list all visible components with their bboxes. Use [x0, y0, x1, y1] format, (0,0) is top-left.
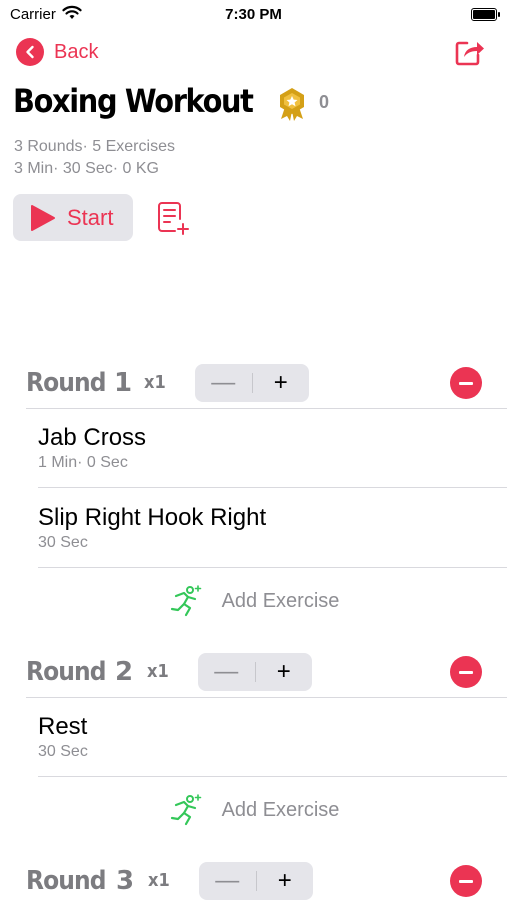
medal-icon	[280, 88, 304, 121]
exercise-name: Rest	[38, 713, 88, 740]
divider	[38, 776, 507, 777]
exercise-row[interactable]: Slip Right Hook Right 30 Sec	[38, 504, 478, 552]
exercise-row[interactable]: Jab Cross 1 Min· 0 Sec	[38, 424, 478, 472]
increment-button[interactable]: +	[256, 653, 313, 691]
round-multiplier: x1	[148, 870, 170, 891]
share-icon[interactable]	[453, 36, 485, 68]
exercise-name: Jab Cross	[38, 424, 147, 451]
exercise-row[interactable]: Rest 30 Sec	[38, 713, 478, 761]
chevron-left-icon	[16, 38, 44, 66]
exercise-duration: 30 Sec	[38, 743, 88, 760]
running-figure-icon	[170, 585, 201, 617]
notes-add-icon[interactable]	[156, 200, 192, 236]
round-number: 3	[116, 866, 135, 896]
play-icon	[31, 204, 55, 231]
remove-round-button[interactable]	[450, 865, 482, 897]
round-number: 2	[115, 657, 134, 687]
remove-round-button[interactable]	[450, 367, 482, 399]
back-label: Back	[54, 40, 99, 63]
start-label: Start	[67, 204, 114, 230]
round-2-stepper: — +	[198, 653, 312, 691]
round-3-header: Round 3 x1 — +	[26, 862, 486, 900]
round-label: Round	[26, 866, 107, 896]
divider	[26, 697, 507, 698]
add-exercise-button[interactable]: Add Exercise	[0, 790, 507, 830]
start-button[interactable]: Start	[13, 194, 133, 241]
clock-time: 7:30 PM	[225, 6, 282, 23]
add-exercise-button[interactable]: Add Exercise	[0, 581, 507, 621]
workout-title: Boxing Workout	[13, 82, 254, 120]
decrement-button[interactable]: —	[199, 862, 256, 900]
status-bar: Carrier 7:30 PM	[0, 0, 507, 30]
running-figure-icon	[170, 794, 201, 826]
exercise-name: Slip Right Hook Right	[38, 504, 267, 531]
battery-icon	[471, 8, 500, 21]
exercise-duration: 30 Sec	[38, 534, 88, 551]
round-label: Round	[26, 368, 107, 398]
increment-button[interactable]: +	[253, 364, 310, 402]
increment-button[interactable]: +	[257, 862, 314, 900]
round-3-stepper: — +	[199, 862, 313, 900]
add-exercise-label: Add Exercise	[221, 798, 340, 821]
round-label: Round	[26, 657, 107, 687]
divider	[38, 487, 507, 488]
minus-icon	[459, 381, 473, 385]
medal-count: 0	[319, 92, 330, 112]
round-2-header: Round 2 x1 — +	[26, 653, 486, 693]
divider	[38, 567, 507, 568]
exercise-duration: 1 Min· 0 Sec	[38, 454, 128, 471]
minus-icon	[459, 670, 473, 674]
round-multiplier: x1	[147, 661, 169, 682]
workout-summary-duration: 3 Min· 30 Sec· 0 KG	[14, 160, 159, 177]
round-number: 1	[114, 368, 133, 398]
workout-summary-rounds: 3 Rounds· 5 Exercises	[14, 138, 175, 155]
minus-icon	[459, 879, 473, 883]
decrement-button[interactable]: —	[195, 364, 252, 402]
round-multiplier: x1	[144, 372, 166, 393]
add-exercise-label: Add Exercise	[221, 589, 340, 612]
divider	[26, 408, 507, 409]
back-button[interactable]: Back	[16, 38, 98, 66]
remove-round-button[interactable]	[450, 656, 482, 688]
round-1-header: Round 1 x1 — +	[26, 364, 486, 404]
round-1-stepper: — +	[195, 364, 309, 402]
decrement-button[interactable]: —	[198, 653, 255, 691]
